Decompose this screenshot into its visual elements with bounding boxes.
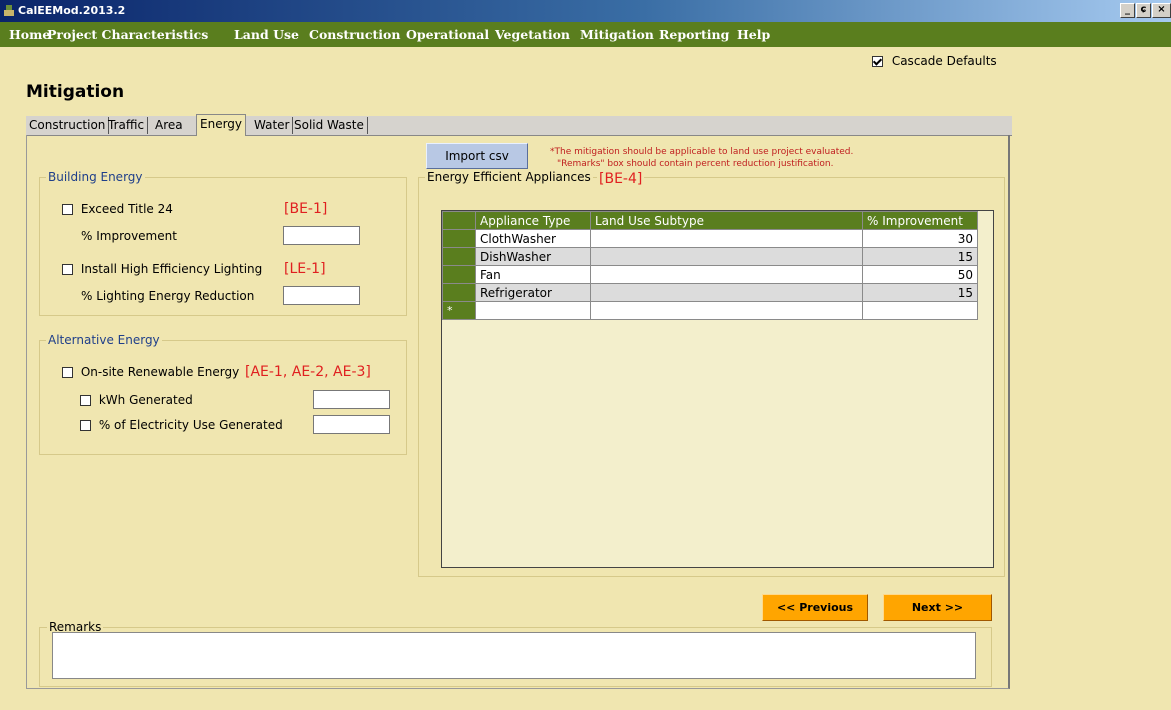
- improvement-label: % Improvement: [81, 229, 177, 243]
- appliance-type-cell[interactable]: DishWasher: [475, 247, 591, 266]
- menu-construction[interactable]: Construction: [309, 27, 400, 42]
- column-header-land-use-subtype[interactable]: Land Use Subtype: [590, 211, 863, 230]
- table-row[interactable]: DishWasher 15: [442, 247, 978, 266]
- land-use-subtype-cell[interactable]: [590, 229, 863, 248]
- percent-electricity-label: % of Electricity Use Generated: [98, 418, 283, 432]
- land-use-subtype-cell[interactable]: [590, 265, 863, 284]
- next-button[interactable]: Next >>: [883, 594, 992, 621]
- le1-tag: [LE-1]: [284, 261, 326, 277]
- improvement-cell[interactable]: 50: [862, 265, 978, 284]
- appliances-title: Energy Efficient Appliances: [425, 170, 593, 184]
- percent-electricity-field[interactable]: [313, 415, 390, 434]
- menu-help[interactable]: Help: [737, 27, 770, 42]
- land-use-subtype-cell[interactable]: [590, 247, 863, 266]
- land-use-subtype-cell[interactable]: [590, 283, 863, 302]
- checkbox-unchecked[interactable]: [80, 395, 91, 406]
- applicability-note: *The mitigation should be applicable to …: [550, 147, 854, 157]
- minimize-button[interactable]: _: [1120, 3, 1135, 18]
- close-button[interactable]: ×: [1152, 3, 1171, 18]
- table-header-row: Appliance Type Land Use Subtype % Improv…: [442, 211, 978, 230]
- new-appliance-type-cell[interactable]: [475, 301, 591, 320]
- table-row[interactable]: ClothWasher 30: [442, 229, 978, 248]
- ae-tag: [AE-1, AE-2, AE-3]: [245, 364, 371, 380]
- kwh-label: kWh Generated: [98, 393, 193, 407]
- lighting-label: Install High Efficiency Lighting: [80, 262, 263, 276]
- exceed-title24-label: Exceed Title 24: [80, 202, 173, 216]
- menu-operational[interactable]: Operational: [406, 27, 489, 42]
- previous-button[interactable]: << Previous: [762, 594, 868, 621]
- app-icon: [4, 5, 14, 16]
- window-titlebar: CalEEMod.2013.2 _ ɕ ×: [0, 0, 1171, 22]
- lighting-checkbox[interactable]: Install High Efficiency Lighting: [62, 262, 262, 276]
- tab-strip: Construction Traffic Area Energy Water S…: [26, 114, 1012, 136]
- lighting-reduction-field[interactable]: [283, 286, 360, 305]
- checkbox-unchecked[interactable]: [62, 204, 73, 215]
- menu-project-characteristics[interactable]: Project Characteristics: [47, 27, 208, 42]
- row-selector[interactable]: [442, 247, 476, 266]
- building-energy-title: Building Energy: [46, 170, 145, 184]
- remarks-textarea[interactable]: [52, 632, 976, 679]
- alternative-energy-title: Alternative Energy: [46, 333, 162, 347]
- improvement-cell[interactable]: 30: [862, 229, 978, 248]
- import-csv-button[interactable]: Import csv: [426, 143, 528, 169]
- table-row[interactable]: Refrigerator 15: [442, 283, 978, 302]
- appliances-table: Appliance Type Land Use Subtype % Improv…: [442, 211, 978, 320]
- row-selector[interactable]: [442, 229, 476, 248]
- new-land-use-subtype-cell[interactable]: [590, 301, 863, 320]
- menu-vegetation[interactable]: Vegetation: [495, 27, 570, 42]
- page-title: Mitigation: [26, 82, 125, 102]
- new-row[interactable]: *: [442, 301, 978, 320]
- cascade-defaults-checkbox[interactable]: Cascade Defaults: [872, 54, 997, 68]
- remarks-note: "Remarks" box should contain percent red…: [557, 159, 834, 169]
- checkbox-unchecked[interactable]: [62, 367, 73, 378]
- be1-tag: [BE-1]: [284, 201, 328, 217]
- table-row[interactable]: Fan 50: [442, 265, 978, 284]
- improvement-cell[interactable]: 15: [862, 283, 978, 302]
- menu-mitigation[interactable]: Mitigation: [580, 27, 654, 42]
- percent-electricity-checkbox[interactable]: % of Electricity Use Generated: [80, 418, 283, 432]
- tab-traffic[interactable]: Traffic: [105, 117, 149, 134]
- appliance-type-cell[interactable]: ClothWasher: [475, 229, 591, 248]
- new-improvement-cell[interactable]: [862, 301, 978, 320]
- renewable-checkbox[interactable]: On-site Renewable Energy: [62, 365, 239, 379]
- tab-construction[interactable]: Construction: [26, 117, 110, 134]
- exceed-title24-checkbox[interactable]: Exceed Title 24: [62, 202, 173, 216]
- kwh-field[interactable]: [313, 390, 390, 409]
- improvement-field[interactable]: [283, 226, 360, 245]
- menu-home[interactable]: Home: [9, 27, 50, 42]
- tab-solid-waste[interactable]: Solid Waste: [291, 117, 368, 134]
- restore-button[interactable]: ɕ: [1136, 3, 1151, 18]
- column-header-improvement[interactable]: % Improvement: [862, 211, 978, 230]
- appliances-grid: Appliance Type Land Use Subtype % Improv…: [441, 210, 994, 568]
- lighting-reduction-label: % Lighting Energy Reduction: [81, 289, 255, 303]
- cascade-defaults-label: Cascade Defaults: [891, 54, 997, 68]
- be4-tag: [BE-4]: [597, 171, 645, 187]
- appliance-type-cell[interactable]: Fan: [475, 265, 591, 284]
- menu-reporting[interactable]: Reporting: [659, 27, 729, 42]
- checkbox-checked[interactable]: [872, 56, 883, 67]
- row-selector[interactable]: [442, 265, 476, 284]
- tab-water[interactable]: Water: [251, 117, 294, 134]
- checkbox-unchecked[interactable]: [62, 264, 73, 275]
- tab-area[interactable]: Area: [152, 117, 186, 134]
- column-header-appliance-type[interactable]: Appliance Type: [475, 211, 591, 230]
- tab-energy[interactable]: Energy: [196, 114, 247, 136]
- window-title: CalEEMod.2013.2: [18, 4, 126, 17]
- improvement-cell[interactable]: 15: [862, 247, 978, 266]
- menu-bar: Home Project Characteristics Land Use Co…: [0, 22, 1171, 47]
- renewable-label: On-site Renewable Energy: [80, 365, 240, 379]
- checkbox-unchecked[interactable]: [80, 420, 91, 431]
- row-selector[interactable]: [442, 283, 476, 302]
- corner-header: [442, 211, 476, 230]
- menu-land-use[interactable]: Land Use: [234, 27, 299, 42]
- new-row-marker[interactable]: *: [442, 301, 476, 320]
- kwh-checkbox[interactable]: kWh Generated: [80, 393, 193, 407]
- appliance-type-cell[interactable]: Refrigerator: [475, 283, 591, 302]
